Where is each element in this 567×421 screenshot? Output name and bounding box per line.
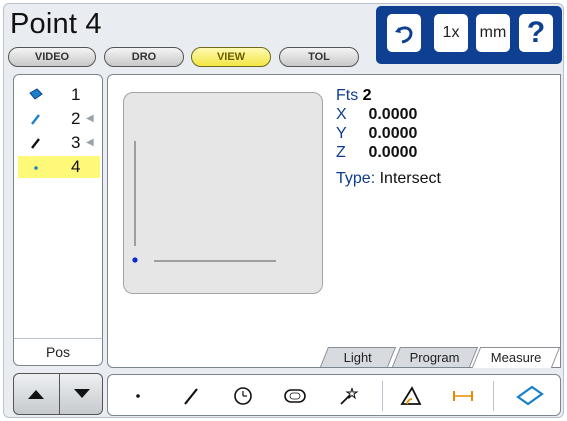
type-value: Intersect bbox=[379, 170, 441, 187]
plane-tool-button[interactable] bbox=[515, 383, 545, 409]
tab-measure[interactable]: Measure bbox=[471, 347, 561, 368]
tab-program-label: Program bbox=[409, 350, 460, 365]
scroll-buttons bbox=[13, 373, 103, 415]
undo-button[interactable] bbox=[387, 14, 421, 52]
axis-value: 0.0000 bbox=[368, 144, 418, 161]
axis-label: X bbox=[336, 106, 347, 123]
point-tool-button[interactable] bbox=[125, 383, 151, 409]
tab-program[interactable]: Program bbox=[391, 347, 479, 367]
tab-light[interactable]: Light bbox=[319, 347, 397, 367]
line-icon bbox=[31, 114, 40, 125]
feature-number: 1 bbox=[71, 85, 81, 104]
auto-measure-icon bbox=[340, 387, 359, 405]
feature-item-4[interactable]: 4 bbox=[18, 156, 100, 178]
tol-mode-button[interactable]: TOL bbox=[279, 47, 359, 67]
units-button[interactable]: mm bbox=[476, 14, 510, 52]
line-icon bbox=[31, 138, 40, 149]
point-icon bbox=[34, 166, 38, 170]
view-mode-button[interactable]: VIEW bbox=[191, 47, 271, 67]
circle-tool-button[interactable] bbox=[230, 383, 256, 409]
point-tool-icon bbox=[136, 394, 140, 398]
angle-tool-icon bbox=[400, 386, 422, 405]
line-tool-button[interactable] bbox=[178, 383, 204, 409]
page-title: Point 4 bbox=[10, 8, 102, 40]
down-arrow-icon bbox=[73, 389, 90, 398]
type-label: Type: bbox=[336, 170, 376, 187]
feature-drawing bbox=[132, 141, 276, 263]
axis-label: Z bbox=[336, 144, 346, 161]
tab-measure-label: Measure bbox=[490, 350, 542, 365]
circle-tool-icon bbox=[234, 387, 252, 405]
magnification-label: 1x bbox=[442, 24, 460, 41]
toolbar-divider bbox=[382, 381, 383, 411]
feature-view-panel: Fts 2 X 0.0000 Y 0.0000 Z 0.0000 Type: I… bbox=[107, 74, 561, 368]
distance-tool-button[interactable] bbox=[450, 383, 476, 409]
line-tool-icon bbox=[184, 388, 198, 405]
axis-value: 0.0000 bbox=[368, 125, 418, 142]
magnification-button[interactable]: 1x bbox=[434, 14, 468, 52]
auto-measure-button[interactable] bbox=[336, 383, 362, 409]
feature-number: 4 bbox=[71, 157, 81, 176]
dro-mode-button[interactable]: DRO bbox=[104, 47, 184, 67]
help-icon: ? bbox=[526, 16, 546, 49]
pos-label[interactable]: Pos bbox=[14, 338, 102, 365]
tab-bar: Light Program Measure bbox=[316, 347, 562, 368]
feature-details: Fts 2 X 0.0000 Y 0.0000 Z 0.0000 Type: I… bbox=[336, 87, 441, 188]
video-mode-button[interactable]: VIDEO bbox=[8, 47, 96, 67]
feature-item-3[interactable]: 3 ◀ bbox=[18, 132, 100, 154]
plane-tool-icon bbox=[516, 385, 544, 406]
angle-tool-button[interactable] bbox=[398, 383, 424, 409]
measure-toolbar bbox=[107, 374, 561, 416]
distance-tool-icon bbox=[453, 391, 473, 401]
intersection-point bbox=[132, 257, 138, 263]
feature-number: 3 bbox=[71, 133, 81, 152]
scroll-up-button[interactable] bbox=[14, 374, 58, 414]
units-label: mm bbox=[479, 24, 507, 41]
app-window: Point 4 VIDEO DRO VIEW TOL 1x mm ? 1 2 ◀… bbox=[3, 3, 564, 418]
feature-item-2[interactable]: 2 ◀ bbox=[18, 108, 100, 130]
plane-icon bbox=[29, 88, 43, 100]
axis-label: Y bbox=[336, 125, 347, 142]
fts-value: 2 bbox=[362, 87, 372, 104]
up-arrow-icon bbox=[28, 390, 44, 399]
axis-value: 0.0000 bbox=[368, 106, 418, 123]
toolbar-divider bbox=[493, 381, 494, 411]
feature-view[interactable] bbox=[123, 92, 323, 294]
caret-left-icon: ◀ bbox=[86, 137, 94, 148]
feature-type: Type: Intersect bbox=[336, 170, 441, 188]
feature-list: 1 2 ◀ 3 ◀ 4 Pos bbox=[13, 74, 103, 366]
slot-tool-icon bbox=[284, 389, 306, 403]
coord-x: X 0.0000 bbox=[336, 105, 441, 124]
caret-left-icon: ◀ bbox=[86, 113, 94, 124]
feature-number: 2 bbox=[71, 109, 81, 128]
slot-tool-button[interactable] bbox=[280, 383, 310, 409]
fts-count: Fts 2 bbox=[336, 87, 441, 105]
scroll-down-button[interactable] bbox=[59, 374, 102, 414]
feature-item-1[interactable]: 1 bbox=[18, 84, 100, 106]
tab-light-label: Light bbox=[343, 350, 372, 365]
coord-z: Z 0.0000 bbox=[336, 143, 441, 162]
top-button-group: 1x mm ? bbox=[376, 6, 562, 64]
coord-y: Y 0.0000 bbox=[336, 124, 441, 143]
help-button[interactable]: ? bbox=[519, 14, 553, 52]
fts-label: Fts bbox=[336, 87, 359, 104]
undo-icon bbox=[395, 26, 413, 44]
